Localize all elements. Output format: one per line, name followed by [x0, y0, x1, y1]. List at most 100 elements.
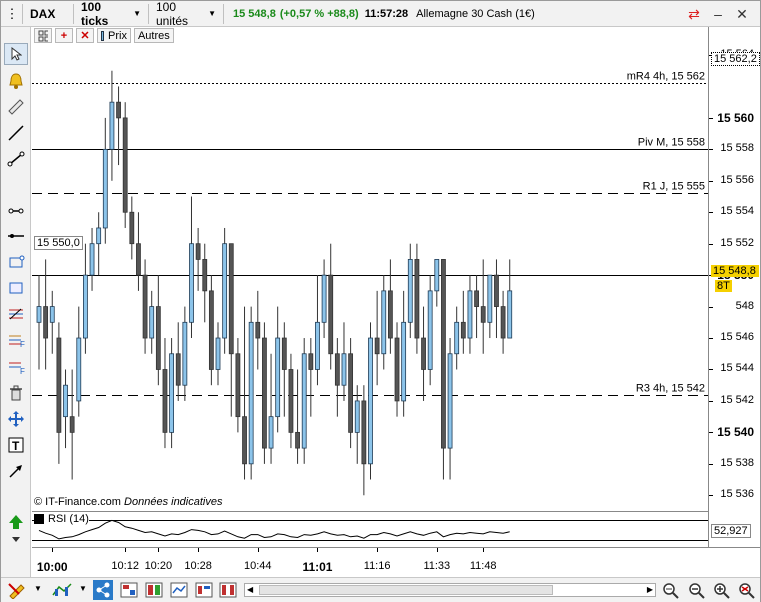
- ruler-icon[interactable]: [4, 96, 28, 118]
- candle-up: [36, 306, 42, 323]
- trash-icon[interactable]: [4, 382, 28, 404]
- fibonacci-fan-icon[interactable]: F: [4, 329, 28, 351]
- candle-down: [262, 337, 267, 449]
- scrollbar-thumb[interactable]: [259, 585, 553, 595]
- zoom-in-icon[interactable]: [712, 581, 732, 599]
- time-tick-mark: [483, 548, 485, 552]
- candle-down: [116, 101, 121, 119]
- units-label: 100 unités: [156, 0, 189, 28]
- minimize-icon[interactable]: –: [709, 5, 727, 23]
- candle-down: [328, 274, 334, 355]
- buy-arrow-icon[interactable]: [4, 511, 28, 533]
- layout-icon[interactable]: [119, 581, 139, 599]
- price-tick-mark: [709, 212, 713, 214]
- chart-header: + ✕ Prix Autres: [32, 27, 708, 44]
- others-button-label: Autres: [137, 29, 170, 42]
- scroll-down-icon[interactable]: [4, 532, 28, 546]
- horizontal-scrollbar[interactable]: ◀ ▶: [244, 583, 656, 597]
- trend-line-icon[interactable]: [4, 122, 28, 144]
- zoom-fit-icon[interactable]: [661, 581, 681, 599]
- share-icon[interactable]: [93, 580, 113, 600]
- scroll-left-icon[interactable]: ◀: [247, 585, 253, 594]
- price-tick-label: 15 544: [720, 362, 754, 375]
- scroll-right-icon[interactable]: ▶: [647, 585, 653, 594]
- price-tick-mark: [709, 149, 713, 151]
- price-tick-label: 548: [735, 299, 754, 312]
- svg-text:T: T: [12, 439, 20, 453]
- candle-up: [301, 353, 307, 449]
- period-label: 100 ticks: [81, 0, 109, 28]
- app-menu-icon[interactable]: ⋮: [5, 4, 19, 24]
- mr4-price-tag-text: 15 562,2: [714, 53, 757, 65]
- fibonacci-icon[interactable]: [4, 303, 28, 325]
- others-button[interactable]: Autres: [133, 28, 174, 43]
- level-label: mR4 4h, 15 562: [627, 71, 705, 83]
- add-indicator-icon[interactable]: +: [55, 28, 73, 43]
- toolbar-separator: [73, 3, 74, 24]
- rsi-canvas: [32, 519, 708, 541]
- chevron-down-icon[interactable]: ▼: [34, 584, 42, 593]
- fibonacci-time-icon[interactable]: F: [4, 355, 28, 377]
- move-icon[interactable]: [4, 408, 28, 430]
- alerts-panel-icon[interactable]: [218, 581, 238, 599]
- time-axis[interactable]: 10:00 10:12 10:20 10:28 10:44 11:01 11:16 11:33…: [32, 547, 760, 577]
- chevron-down-icon[interactable]: ▼: [79, 584, 87, 593]
- candle-up: [76, 337, 82, 402]
- refresh-icon[interactable]: ⇄: [685, 5, 703, 23]
- price-tick-label: 15 558: [720, 142, 754, 155]
- rsi-line: [38, 519, 510, 540]
- indicators-icon[interactable]: [169, 581, 189, 599]
- zoom-reset-icon[interactable]: [737, 581, 757, 599]
- candle-down: [500, 306, 506, 339]
- candle-down: [129, 211, 135, 245]
- chart-type-icon[interactable]: [51, 581, 75, 599]
- candle-down: [288, 369, 294, 433]
- price-button[interactable]: Prix: [97, 28, 131, 43]
- candle-up: [275, 337, 281, 418]
- pointer-icon[interactable]: [4, 43, 28, 65]
- horizontal-line-icon[interactable]: [4, 225, 28, 247]
- candle-down: [242, 416, 247, 465]
- segment-icon[interactable]: [4, 148, 28, 170]
- candle-up: [49, 306, 55, 323]
- price-button-label: Prix: [108, 29, 127, 42]
- price-tick-label: 15 554: [720, 205, 754, 218]
- zoom-out-icon[interactable]: [687, 581, 707, 599]
- channel-icon[interactable]: [4, 251, 28, 273]
- svg-text:F: F: [20, 340, 25, 349]
- bottom-toolbar: ▼ ▼ ◀ ▶: [1, 577, 760, 602]
- trading-window: ⋮ DAX 100 ticks ▼ 100 unités ▼ 15 548,8 (+…: [0, 0, 761, 602]
- candle-down: [394, 337, 400, 402]
- price-tick-label: 15 536: [720, 488, 754, 501]
- price-tick-mark: [709, 400, 713, 402]
- price-chart[interactable]: mR4 4h, 15 562 Piv M, 15 558 R1 J, 15 555 R…: [32, 44, 708, 511]
- draw-pen-icon[interactable]: [7, 581, 29, 600]
- price-axis[interactable]: 15 56415 56015 55815 55615 55415 55215 5…: [708, 27, 760, 547]
- compare-icon[interactable]: [144, 581, 164, 599]
- period-dropdown[interactable]: 100 ticks ▼: [77, 0, 145, 28]
- rectangle-icon[interactable]: [4, 277, 28, 299]
- time-tick-label: 10:28: [184, 560, 212, 572]
- candle-down: [162, 369, 168, 433]
- candle-down: [228, 243, 234, 355]
- close-icon[interactable]: ✕: [733, 5, 751, 23]
- template-icon[interactable]: [194, 581, 214, 599]
- rsi-legend: RSI (14): [34, 513, 89, 525]
- text-icon[interactable]: T: [4, 434, 28, 456]
- price-tick-label: 15 546: [720, 331, 754, 344]
- time-tick-label: 10:44: [244, 560, 272, 572]
- candle-down: [494, 274, 499, 307]
- remove-indicator-icon[interactable]: ✕: [76, 28, 94, 43]
- time-tick-label: 11:16: [363, 560, 391, 572]
- symbol-dropdown[interactable]: DAX: [26, 4, 70, 24]
- candle-down: [295, 431, 300, 449]
- ticks-left-tag: 8T: [715, 280, 732, 292]
- candle-down: [474, 290, 479, 307]
- units-dropdown[interactable]: 100 unités ▼: [152, 0, 220, 28]
- arrow-line-icon[interactable]: [4, 460, 28, 482]
- grid-layout-icon[interactable]: [34, 28, 52, 43]
- horizontal-segment-icon[interactable]: [4, 200, 28, 222]
- price-tick-label: 15 540: [717, 425, 754, 440]
- rsi-panel[interactable]: RSI (14): [32, 511, 708, 547]
- alert-bell-icon[interactable]: [4, 70, 28, 92]
